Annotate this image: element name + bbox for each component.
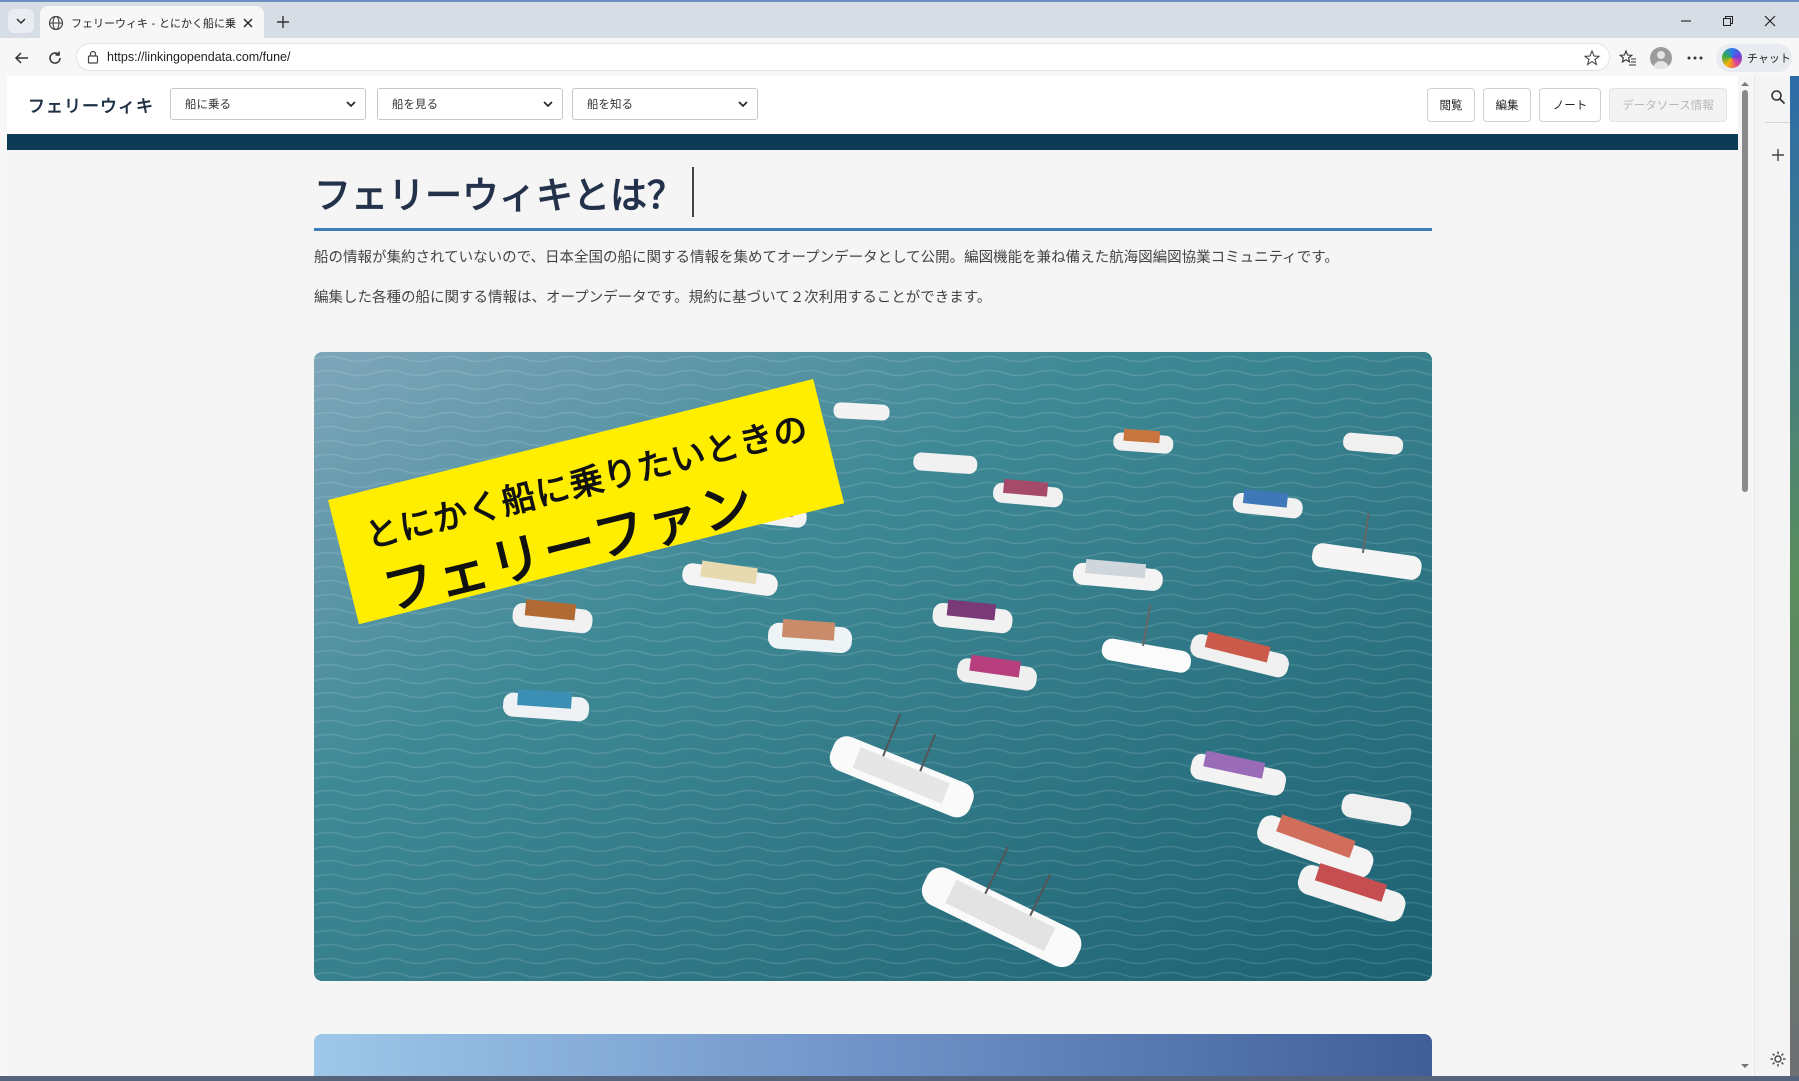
chevron-down-icon: [543, 101, 553, 108]
more-icon: [1687, 56, 1703, 60]
url-text: https://linkingopendata.com/fune/: [107, 50, 291, 64]
close-window-button[interactable]: [1759, 10, 1781, 32]
plus-icon: [277, 16, 289, 28]
globe-icon: [48, 15, 64, 31]
nav-select-value: 船に乗る: [185, 97, 231, 111]
sea-with-boats-image: [314, 352, 1432, 981]
page-title: フェリーウィキとは？: [314, 164, 1432, 219]
chat-button[interactable]: チャット: [1716, 44, 1792, 72]
minimize-icon: [1681, 20, 1691, 22]
copilot-icon: [1722, 48, 1742, 68]
lock-icon: [85, 49, 101, 65]
scroll-up-icon[interactable]: [1741, 80, 1749, 88]
add-sidebar-app-button[interactable]: [1767, 144, 1789, 166]
nav-select-learn[interactable]: 船を知る: [572, 88, 758, 120]
search-icon: [1771, 90, 1786, 105]
note-button[interactable]: ノート: [1539, 88, 1601, 122]
view-button[interactable]: 閲覧: [1427, 88, 1475, 122]
tab-strip: フェリーウィキ - とにかく船に乗りたいときのフェリーファン: [0, 0, 1799, 40]
minimize-button[interactable]: [1675, 10, 1697, 32]
text-cursor: [692, 166, 694, 217]
address-toolbar: https://linkingopendata.com/fune/ チャット: [0, 38, 1799, 76]
close-icon[interactable]: [241, 15, 256, 31]
more-menu-button[interactable]: [1684, 47, 1706, 69]
restore-icon: [1723, 16, 1733, 26]
browser-tab-active[interactable]: フェリーウィキ - とにかく船に乗りたいときのフェリーファン: [40, 6, 264, 40]
profile-avatar[interactable]: [1650, 47, 1672, 69]
second-banner-image[interactable]: [314, 1034, 1432, 1076]
desktop-background: [1790, 76, 1799, 1081]
sidebar-divider: [1765, 122, 1791, 123]
nav-select-ride[interactable]: 船に乗る: [170, 88, 366, 120]
chevron-down-icon: [346, 101, 356, 108]
tab-title: フェリーウィキ - とにかく船に乗りたいときのフェリーファン: [71, 17, 237, 30]
chevron-down-icon: [16, 18, 26, 25]
page-title-text: フェリーウィキとは？: [314, 173, 684, 217]
main-content: フェリーウィキとは？ 船の情報が集約されていないので、日本全国の船に関する情報を…: [314, 164, 1432, 309]
reload-button[interactable]: [43, 46, 67, 70]
edit-button[interactable]: 編集: [1483, 88, 1531, 122]
url-input[interactable]: https://linkingopendata.com/fune/: [76, 43, 1610, 71]
restore-button[interactable]: [1717, 10, 1739, 32]
search-sidebar-button[interactable]: [1767, 86, 1789, 108]
nav-select-value: 船を知る: [587, 97, 633, 111]
header-band: [7, 134, 1738, 150]
intro-paragraph-1: 船の情報が集約されていないので、日本全国の船に関する情報を集めてオープンデータと…: [314, 250, 1339, 266]
new-tab-button[interactable]: [272, 11, 294, 33]
page-scrollbar[interactable]: [1738, 76, 1752, 1076]
close-icon: [1764, 15, 1776, 27]
site-logo[interactable]: フェリーウィキ: [28, 92, 154, 117]
plus-icon: [1772, 149, 1784, 161]
tab-list-button[interactable]: [8, 9, 34, 33]
chat-label: チャット: [1747, 52, 1791, 65]
nav-select-value: 船を見る: [392, 97, 438, 111]
favorites-button[interactable]: [1617, 47, 1639, 69]
page-viewport: フェリーウィキ 船に乗る 船を見る 船を知る 閲覧 編集 ノート データソース情…: [7, 76, 1738, 1076]
sidebar-settings-button[interactable]: [1767, 1048, 1789, 1070]
site-header: フェリーウィキ 船に乗る 船を見る 船を知る 閲覧 編集 ノート データソース情…: [7, 76, 1738, 134]
reload-icon: [49, 51, 61, 64]
back-arrow-icon: [14, 52, 28, 64]
scroll-thumb[interactable]: [1742, 90, 1748, 492]
intro-paragraph-2: 編集した各種の船に関する情報は、オープンデータです。規約に基づいて２次利用するこ…: [314, 290, 992, 306]
datasource-button[interactable]: データソース情報: [1609, 88, 1727, 122]
star-icon[interactable]: [1583, 49, 1601, 67]
back-button[interactable]: [10, 46, 34, 70]
nav-select-view[interactable]: 船を見る: [377, 88, 563, 120]
chevron-down-icon: [738, 101, 748, 108]
hero-image[interactable]: とにかく船に乗りたいときの フェリーファン: [314, 352, 1432, 981]
heading-divider: [314, 228, 1432, 231]
window-left-edge: [0, 76, 7, 1081]
favorites-icon: [1619, 49, 1636, 66]
scroll-down-icon[interactable]: [1741, 1062, 1749, 1070]
taskbar-edge: [0, 1076, 1799, 1081]
gear-icon: [1770, 1051, 1786, 1067]
